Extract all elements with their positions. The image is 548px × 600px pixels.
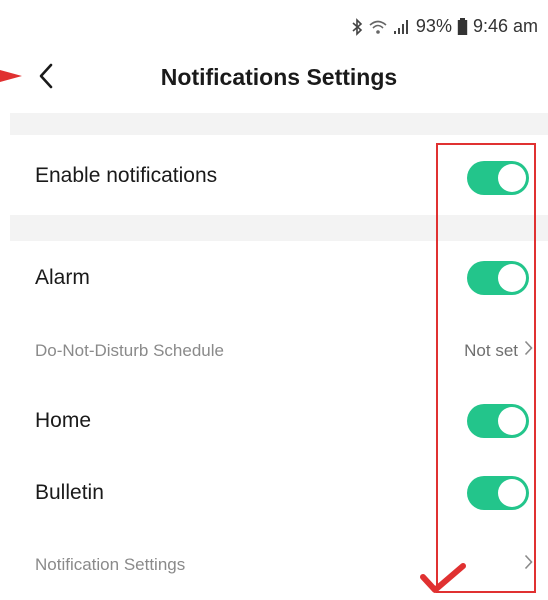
wifi-icon xyxy=(368,19,388,35)
chevron-right-icon xyxy=(524,554,533,575)
signal-icon xyxy=(393,19,411,35)
dnd-schedule-label: Do-Not-Disturb Schedule xyxy=(35,341,224,360)
toggle-knob xyxy=(498,264,526,292)
battery-percent: 93% xyxy=(415,16,452,36)
toggle-knob xyxy=(498,407,526,435)
status-bar: 93% 9:46 am xyxy=(0,0,548,52)
header-bar: Notifications Settings xyxy=(0,52,548,104)
notification-settings-chevron[interactable] xyxy=(524,554,533,575)
home-label: Home xyxy=(35,409,92,432)
toggle-knob xyxy=(498,479,526,507)
section-divider xyxy=(10,215,548,241)
chevron-right-icon xyxy=(524,340,533,361)
dnd-schedule-value[interactable]: Not set xyxy=(464,340,533,361)
status-icons: 93% 9:46 am xyxy=(351,16,538,37)
home-row: Home xyxy=(0,393,548,449)
battery-icon xyxy=(457,17,468,36)
dnd-schedule-value-text: Not set xyxy=(464,340,518,360)
bulletin-row: Bulletin xyxy=(0,465,548,521)
home-toggle[interactable] xyxy=(467,404,529,438)
alarm-row: Alarm xyxy=(0,250,548,306)
toggle-knob xyxy=(498,164,526,192)
dnd-schedule-row[interactable]: Do-Not-Disturb Schedule Not set xyxy=(0,326,548,376)
clock: 9:46 am xyxy=(472,16,538,36)
section-divider xyxy=(10,113,548,135)
enable-notifications-label: Enable notifications xyxy=(35,164,218,187)
enable-notifications-row: Enable notifications xyxy=(0,148,548,208)
page-title: Notifications Settings xyxy=(160,64,398,90)
bulletin-toggle[interactable] xyxy=(467,476,529,510)
alarm-toggle[interactable] xyxy=(467,261,529,295)
enable-notifications-toggle[interactable] xyxy=(467,161,529,195)
annotation-checkmark-icon xyxy=(420,563,466,600)
alarm-label: Alarm xyxy=(35,266,90,289)
bluetooth-icon xyxy=(351,17,363,36)
bulletin-label: Bulletin xyxy=(35,481,104,504)
notification-settings-label: Notification Settings xyxy=(35,555,186,574)
